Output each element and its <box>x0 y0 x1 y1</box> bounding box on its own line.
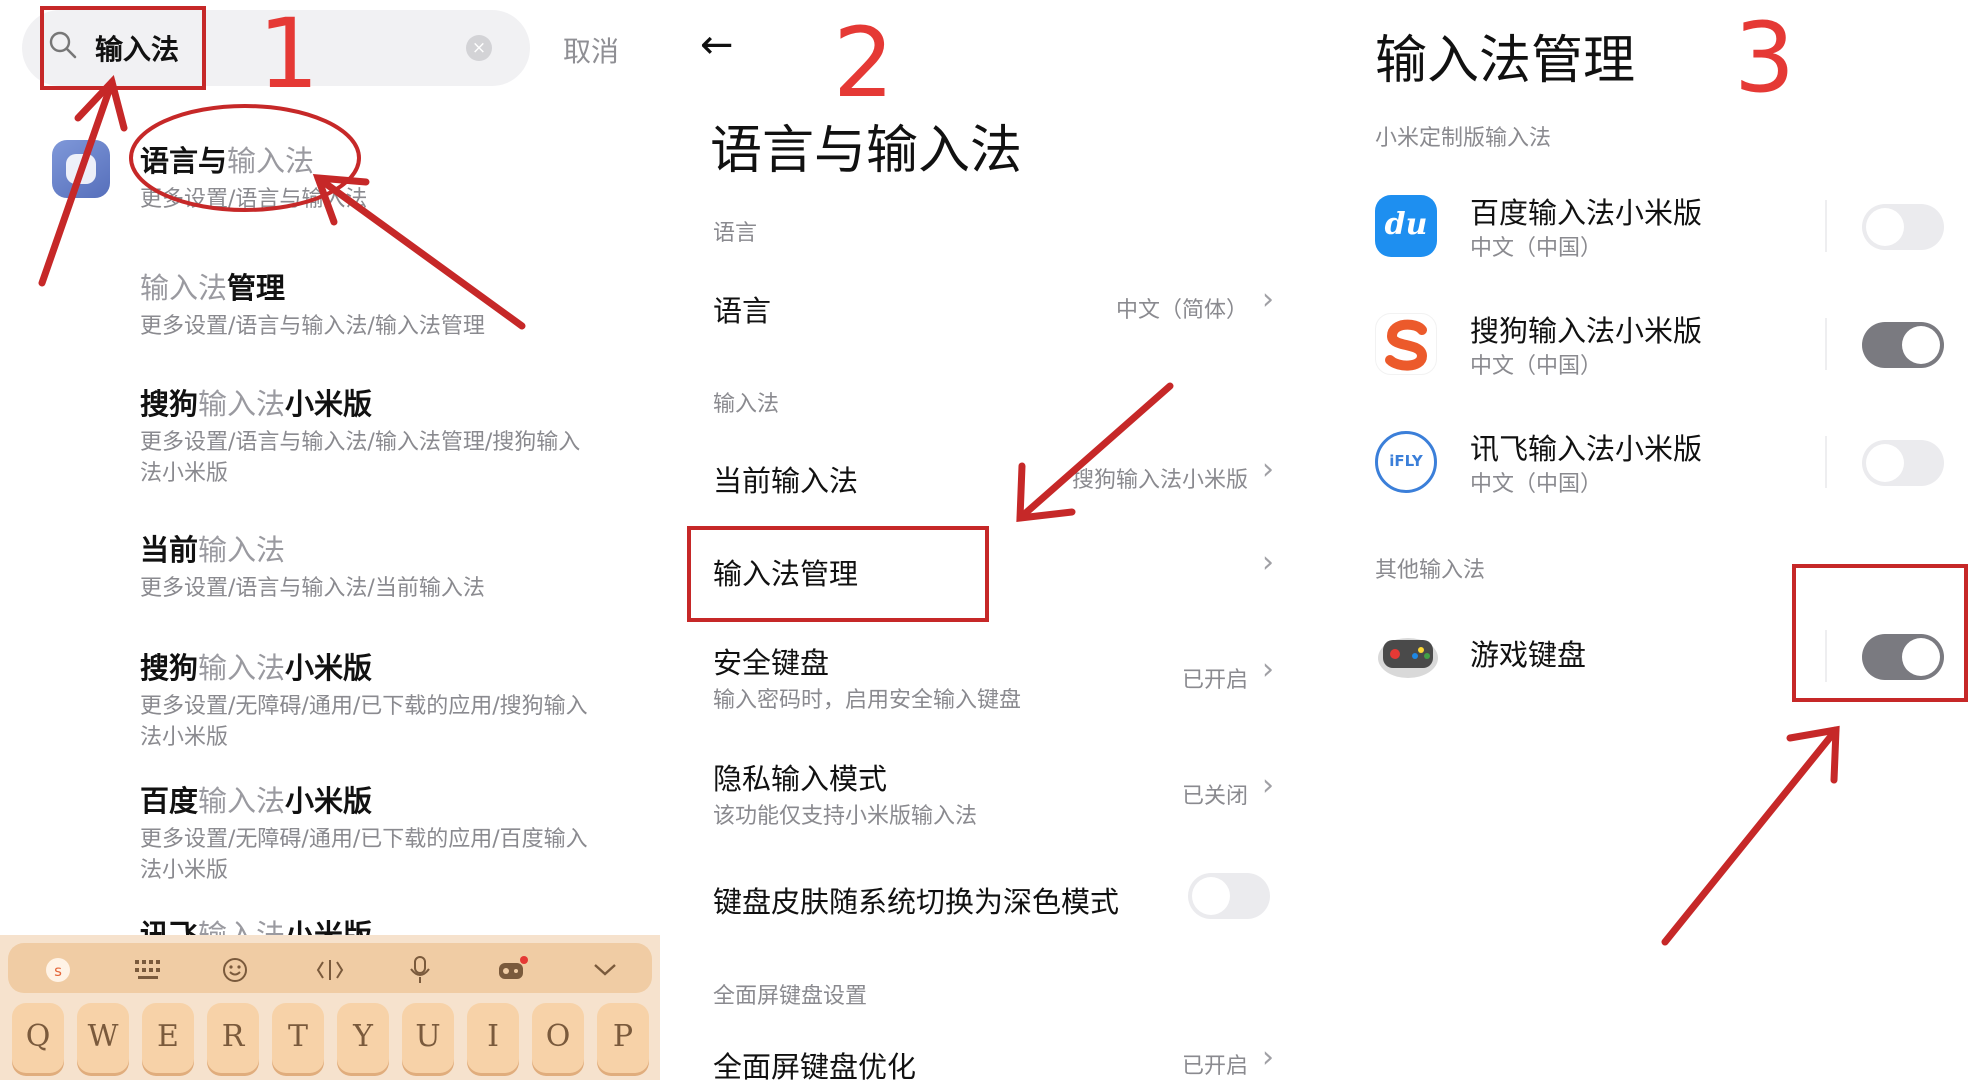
row-title: 隐私输入模式 <box>713 762 888 796</box>
row-subtitle: 输入密码时，启用安全输入键盘 <box>713 688 1022 713</box>
baidu-ime-icon: du <box>1375 195 1437 257</box>
key-r[interactable]: R <box>207 1003 259 1073</box>
chevron-right-icon: › <box>1262 1040 1274 1075</box>
cursor-icon[interactable] <box>310 952 350 988</box>
key-q[interactable]: Q <box>12 1003 64 1073</box>
divider <box>1825 318 1827 370</box>
row-privacy-mode[interactable]: 隐私输入模式 该功能仅支持小米版输入法 已关闭 › <box>670 746 1300 832</box>
annotation-arrows <box>38 75 526 330</box>
language-input-settings-panel: ← 语言与输入法 2 语言 语言 中文（简体） › 输入法 当前输入法 搜狗输入… <box>670 0 1300 1080</box>
key-p[interactable]: P <box>597 1003 649 1073</box>
section-header-custom-ime: 小米定制版输入法 <box>1375 126 1552 151</box>
chevron-right-icon: › <box>1262 768 1274 803</box>
row-title: 键盘皮肤随系统切换为深色模式 <box>713 885 1120 919</box>
divider <box>1825 200 1827 252</box>
row-value: 已开启 <box>1181 1054 1248 1079</box>
search-result-item[interactable]: 百度输入法小米版 更多设置/无障碍/通用/已下载的应用/百度输入法小米版 <box>140 778 600 886</box>
row-value: 已关闭 <box>1181 784 1248 809</box>
search-result-item[interactable]: 当前输入法 更多设置/语言与输入法/当前输入法 <box>140 527 600 604</box>
row-secure-keyboard[interactable]: 安全键盘 输入密码时，启用安全输入键盘 已开启 › <box>670 630 1300 716</box>
ime-name: 讯飞输入法小米版 <box>1470 432 1703 466</box>
mic-icon[interactable] <box>400 952 440 988</box>
row-title: 全面屏键盘优化 <box>713 1050 917 1080</box>
section-header-fullscreen: 全面屏键盘设置 <box>713 984 868 1009</box>
result-title: 当前输入法 <box>140 533 286 567</box>
annotation-arrow <box>1016 382 1174 522</box>
game-keyboard-icon <box>1375 620 1441 686</box>
key-i[interactable]: I <box>467 1003 519 1073</box>
result-subtitle: 更多设置/语言与输入法/输入法管理/搜狗输入法小米版 <box>140 430 581 486</box>
toggle-knob <box>1866 444 1904 482</box>
result-subtitle: 更多设置/语言与输入法/当前输入法 <box>140 576 485 601</box>
key-w[interactable]: W <box>77 1003 129 1073</box>
game-controller-icon[interactable] <box>492 952 532 988</box>
baidu-ime-toggle[interactable] <box>1862 204 1944 250</box>
ime-locale: 中文（中国） <box>1470 354 1603 379</box>
row-value: 已开启 <box>1181 668 1248 693</box>
ime-item-baidu: du 百度输入法小米版 中文（中国） <box>1330 180 1980 280</box>
key-e[interactable]: E <box>142 1003 194 1073</box>
section-header-other-ime: 其他输入法 <box>1375 558 1486 583</box>
toggle-knob <box>1866 208 1904 246</box>
toggle-knob <box>1902 326 1940 364</box>
smiley-icon[interactable] <box>215 952 255 988</box>
sogou-ime-toggle[interactable] <box>1862 322 1944 368</box>
step-number-3: 3 <box>1734 2 1796 114</box>
ime-locale: 中文（中国） <box>1470 236 1603 261</box>
iflytek-ime-icon: iFLY <box>1375 431 1437 493</box>
svg-text:s: s <box>54 962 62 980</box>
row-subtitle: 该功能仅支持小米版输入法 <box>713 804 978 829</box>
row-fullscreen-optimization[interactable]: 全面屏键盘优化 已开启 › <box>670 1040 1300 1080</box>
ime-name: 百度输入法小米版 <box>1470 196 1703 230</box>
ime-locale: 中文（中国） <box>1470 472 1603 497</box>
ime-item-sogou: 搜狗输入法小米版 中文（中国） <box>1330 298 1980 398</box>
ime-item-iflytek: iFLY 讯飞输入法小米版 中文（中国） <box>1330 416 1980 516</box>
key-y[interactable]: Y <box>337 1003 389 1073</box>
page-title: 输入法管理 <box>1375 31 1636 91</box>
search-result-item[interactable]: 搜狗输入法小米版 更多设置/无障碍/通用/已下载的应用/搜狗输入法小米版 <box>140 645 600 753</box>
ime-name: 游戏键盘 <box>1470 638 1587 672</box>
grid-icon[interactable] <box>128 952 168 988</box>
divider <box>1825 436 1827 488</box>
key-t[interactable]: T <box>272 1003 324 1073</box>
result-title: 搜狗输入法小米版 <box>140 387 373 421</box>
dark-skin-toggle[interactable] <box>1188 873 1270 919</box>
toggle-knob <box>1192 877 1230 915</box>
result-subtitle: 更多设置/无障碍/通用/已下载的应用/百度输入法小米版 <box>140 827 588 883</box>
sogou-ime-icon <box>1375 313 1437 375</box>
result-subtitle: 更多设置/无障碍/通用/已下载的应用/搜狗输入法小米版 <box>140 694 588 750</box>
ime-management-panel: 输入法管理 3 小米定制版输入法 du 百度输入法小米版 中文（中国） 搜狗输入… <box>1330 0 1980 1080</box>
chevron-right-icon: › <box>1262 652 1274 687</box>
search-result-item[interactable]: 搜狗输入法小米版 更多设置/语言与输入法/输入法管理/搜狗输入法小米版 <box>140 381 600 489</box>
result-title: 搜狗输入法小米版 <box>140 651 373 685</box>
row-dark-skin: 键盘皮肤随系统切换为深色模式 <box>670 865 1300 935</box>
key-u[interactable]: U <box>402 1003 454 1073</box>
sogou-logo-icon[interactable]: s <box>38 952 78 988</box>
row-title: 安全键盘 <box>713 646 830 680</box>
key-o[interactable]: O <box>532 1003 584 1073</box>
game-keyboard-toggle-highlight-box <box>1792 564 1968 702</box>
search-results-panel: 输入法 × 取消 语言与输入法 更多设置/语言与输入法 输入法管理 更多设置/语… <box>0 0 670 1080</box>
chevron-down-icon[interactable] <box>585 952 625 988</box>
ime-name: 搜狗输入法小米版 <box>1470 314 1703 348</box>
soft-keyboard: s Q W E R T Y U I O P <box>0 935 660 1080</box>
iflytek-ime-toggle[interactable] <box>1862 440 1944 486</box>
annotation-arrow <box>1661 725 1840 946</box>
result-title: 百度输入法小米版 <box>140 784 373 818</box>
